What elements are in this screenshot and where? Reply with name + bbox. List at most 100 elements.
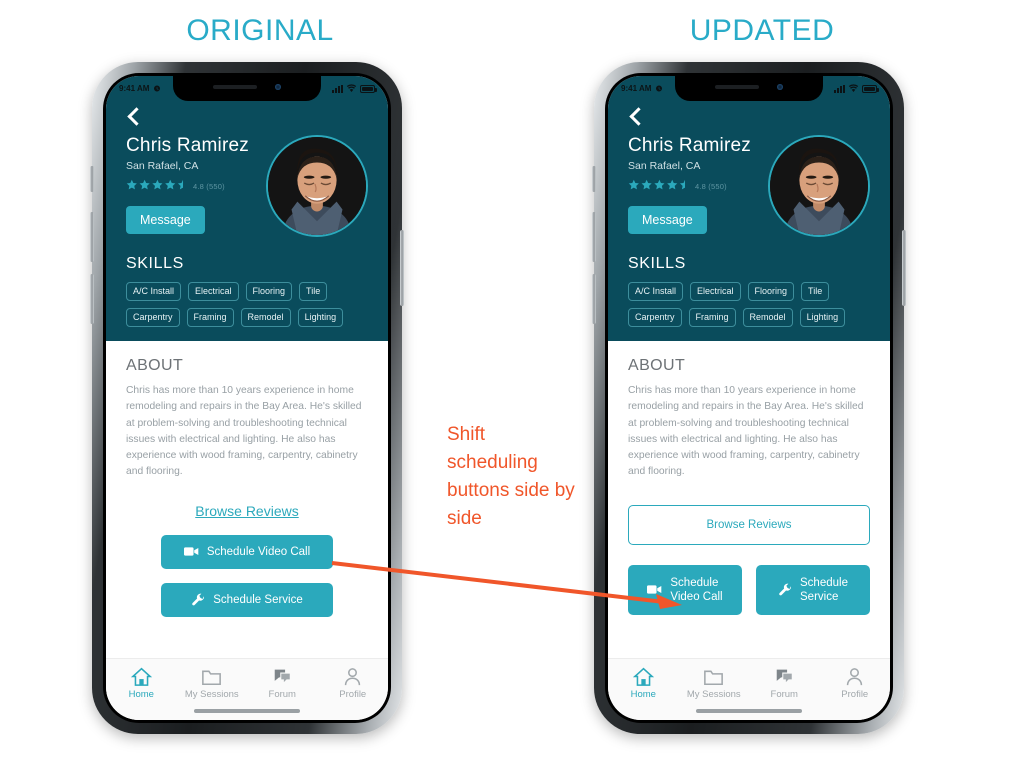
schedule-service-button[interactable]: Schedule Service	[161, 582, 333, 618]
home-indicator[interactable]	[696, 709, 802, 713]
skill-chip[interactable]: Lighting	[297, 308, 344, 327]
skill-chip[interactable]: Flooring	[245, 282, 293, 301]
battery-icon	[862, 84, 879, 93]
chevron-left-icon	[629, 106, 648, 126]
tab-my-sessions[interactable]: My Sessions	[181, 667, 243, 700]
skills-chip-list: A/C Install Electrical Flooring Tile Car…	[126, 282, 368, 327]
avatar	[768, 135, 870, 237]
rating-row: 4.8 (550)	[628, 179, 751, 193]
skill-chip[interactable]: Framing	[688, 308, 736, 327]
message-button[interactable]: Message	[126, 206, 205, 234]
button-label: Schedule Video Call	[206, 545, 311, 558]
earpiece-speaker	[715, 84, 759, 89]
annotation-text: Shift scheduling buttons side by side	[447, 424, 575, 530]
rating-value: 4.8 (550)	[193, 181, 225, 191]
about-text: Chris has more than 10 years experience …	[126, 385, 362, 478]
star-rating-icon	[628, 179, 692, 193]
folder-icon	[704, 670, 724, 686]
alarm-icon	[656, 85, 663, 91]
phone-bezel: 9:41 AM Chris Ramirez San Rafael, CA 4.8…	[605, 73, 893, 723]
home-icon	[130, 667, 152, 686]
folder-icon	[202, 670, 222, 686]
notch	[173, 76, 321, 101]
skill-chip[interactable]: A/C Install	[628, 282, 684, 301]
profile-location: San Rafael, CA	[126, 160, 199, 172]
tab-label: Forum	[770, 689, 798, 700]
about-heading: ABOUT	[126, 357, 184, 374]
volume-down-button[interactable]	[592, 274, 596, 324]
comparison-canvas: ORIGINAL UPDATED 9:41 AM Chris Ramirez S…	[0, 0, 1024, 768]
silent-switch[interactable]	[90, 166, 94, 192]
skill-chip[interactable]: Carpentry	[628, 308, 682, 327]
person-icon	[345, 668, 361, 686]
browse-reviews-button[interactable]: Browse Reviews	[628, 504, 870, 545]
app-screen-updated: 9:41 AM Chris Ramirez San Rafael, CA 4.8…	[608, 76, 890, 720]
phone-mockup-original: 9:41 AM Chris Ramirez San Rafael, CA 4.8…	[90, 62, 404, 734]
app-screen-original: 9:41 AM Chris Ramirez San Rafael, CA 4.8…	[106, 76, 388, 720]
skill-chip[interactable]: Tile	[299, 282, 328, 301]
silent-switch[interactable]	[592, 166, 596, 192]
skill-chip[interactable]: Framing	[186, 308, 234, 327]
button-label: Schedule Service	[213, 593, 303, 606]
tab-forum[interactable]: Forum	[251, 667, 313, 700]
button-label-line2: Service	[800, 590, 839, 603]
page-title: Chris Ramirez	[628, 135, 751, 156]
skill-chip[interactable]: Remodel	[742, 308, 793, 327]
wrench-icon	[191, 593, 205, 607]
tab-forum[interactable]: Forum	[753, 667, 815, 700]
wifi-icon	[346, 84, 357, 92]
chat-bubbles-icon	[274, 669, 291, 685]
tab-my-sessions[interactable]: My Sessions	[683, 667, 745, 700]
skill-chip[interactable]: Electrical	[188, 282, 239, 301]
back-button[interactable]	[126, 101, 368, 131]
message-button[interactable]: Message	[628, 206, 707, 234]
battery-icon	[360, 84, 377, 93]
power-button[interactable]	[400, 230, 404, 306]
star-rating-icon	[126, 179, 190, 193]
skill-chip[interactable]: Flooring	[747, 282, 795, 301]
profile-location: San Rafael, CA	[628, 160, 701, 172]
profile-header: Chris Ramirez San Rafael, CA 4.8 (550) M…	[608, 101, 890, 341]
schedule-service-button[interactable]: Schedule Service	[756, 564, 870, 616]
browse-reviews-link[interactable]: Browse Reviews	[126, 503, 368, 519]
rating-row: 4.8 (550)	[126, 179, 249, 193]
button-label: Schedule Service	[800, 576, 848, 605]
skill-chip[interactable]: Carpentry	[126, 308, 180, 327]
back-button[interactable]	[628, 101, 870, 131]
original-column-title: ORIGINAL	[186, 14, 334, 47]
tab-label: Forum	[268, 689, 296, 700]
updated-column-title: UPDATED	[689, 14, 835, 47]
notch	[675, 76, 823, 101]
skill-chip[interactable]: Tile	[801, 282, 830, 301]
status-time: 9:41 AM	[621, 84, 652, 93]
tab-label: Home	[128, 689, 154, 700]
page-title: Chris Ramirez	[126, 135, 249, 156]
tab-label: Home	[630, 689, 656, 700]
person-icon	[847, 668, 863, 686]
skill-chip[interactable]: Lighting	[799, 308, 846, 327]
front-camera	[777, 83, 783, 90]
rating-value: 4.8 (550)	[695, 181, 727, 191]
power-button[interactable]	[902, 230, 906, 306]
tab-label: Profile	[339, 689, 367, 700]
button-label-line1: Schedule	[800, 576, 848, 589]
skill-chip[interactable]: Electrical	[690, 282, 741, 301]
schedule-video-call-button[interactable]: Schedule Video Call	[161, 534, 333, 569]
wifi-icon	[848, 84, 859, 92]
tab-profile[interactable]: Profile	[824, 667, 886, 700]
chevron-left-icon	[127, 106, 146, 126]
skills-heading: SKILLS	[628, 255, 686, 272]
phone-bezel: 9:41 AM Chris Ramirez San Rafael, CA 4.8…	[103, 73, 391, 723]
volume-up-button[interactable]	[592, 212, 596, 262]
skill-chip[interactable]: Remodel	[240, 308, 291, 327]
skill-chip[interactable]: A/C Install	[126, 282, 182, 301]
tab-home[interactable]: Home	[110, 667, 172, 700]
tab-label: My Sessions	[686, 689, 741, 700]
home-indicator[interactable]	[194, 709, 300, 713]
volume-down-button[interactable]	[90, 274, 94, 324]
cellular-signal-icon	[332, 84, 343, 93]
tab-profile[interactable]: Profile	[322, 667, 384, 700]
front-camera	[275, 83, 281, 90]
tab-home[interactable]: Home	[612, 667, 674, 700]
volume-up-button[interactable]	[90, 212, 94, 262]
